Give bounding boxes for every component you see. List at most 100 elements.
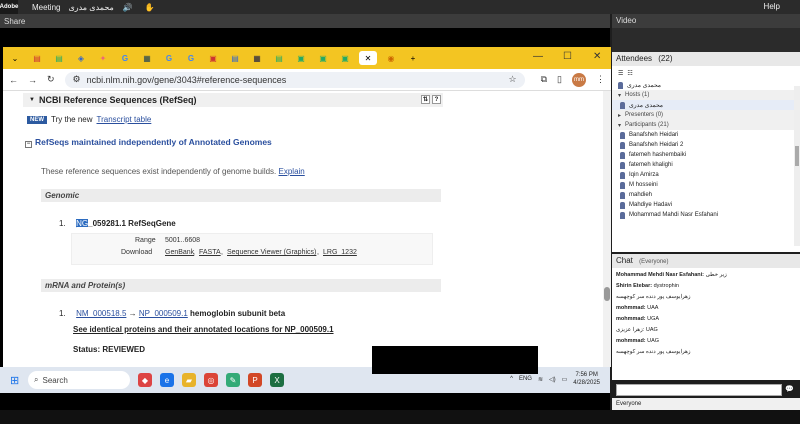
tab-2[interactable]: ▤ — [51, 51, 67, 65]
fasta-link[interactable]: FASTA — [199, 249, 221, 256]
file-explorer-icon[interactable]: ▰ — [182, 373, 196, 387]
taskbar-search[interactable]: ⌕ Search — [28, 371, 130, 389]
tab-10[interactable]: ▣ — [315, 51, 331, 65]
help-menu[interactable]: Help — [764, 2, 780, 11]
close-window-icon[interactable]: ✕ — [593, 51, 601, 62]
taskbar-app-icon-2[interactable]: ✎ — [226, 373, 240, 387]
site-info-icon[interactable]: ⚙ — [73, 74, 81, 85]
share-title: Share — [4, 16, 26, 26]
forward-icon[interactable]: → — [28, 75, 37, 85]
nm-accession-link[interactable]: NM_000518.5 — [76, 309, 126, 318]
raise-hand-icon[interactable]: ✋ — [142, 2, 158, 12]
participant-row[interactable]: Banafsheh Heidari 2 — [612, 140, 800, 150]
bookmark-star-icon[interactable]: ☆ — [509, 74, 517, 85]
new-tab-icon[interactable]: + — [405, 51, 421, 65]
edge-icon[interactable]: e — [160, 373, 174, 387]
tab-12[interactable]: ◉ — [383, 51, 399, 65]
excel-icon[interactable]: X — [270, 373, 284, 387]
battery-icon[interactable]: ▭ — [562, 376, 568, 383]
tab-6[interactable]: ▤ — [227, 51, 243, 65]
reload-icon[interactable]: ↻ — [47, 74, 55, 85]
sidepanel-icon[interactable]: ▯ — [557, 74, 562, 85]
back-icon[interactable]: ← — [9, 75, 18, 85]
lrg-link[interactable]: LRG_1232 — [323, 249, 357, 256]
tab-google-3[interactable]: G — [183, 51, 199, 65]
scrollbar-thumb[interactable] — [795, 146, 799, 166]
participant-name: Mahdiye Hadavi — [629, 202, 673, 208]
meeting-menu[interactable]: Meeting — [32, 3, 60, 12]
attendees-scrollbar[interactable] — [794, 86, 800, 246]
tab-8[interactable]: ▤ — [271, 51, 287, 65]
tab-active-close-icon[interactable]: ✕ — [359, 51, 377, 65]
tray-chevron-icon[interactable]: ^ — [510, 376, 513, 382]
tab-search-icon[interactable]: ⌄ — [7, 51, 23, 65]
presenters-label: Presenters (0) — [625, 112, 664, 118]
speaker-icon[interactable]: 🔊 — [120, 2, 136, 12]
maximize-icon[interactable]: ☐ — [563, 51, 572, 62]
up-down-icon[interactable]: ⇅ — [421, 95, 430, 104]
url-field[interactable]: ⚙ ncbi.nlm.nih.gov/gene/3043#reference-s… — [64, 71, 525, 88]
genbank-link[interactable]: GenBank — [165, 249, 194, 256]
chat-text: زهرایوسف پور دنده سر کوچهسه — [616, 294, 691, 300]
participant-row[interactable]: fatemeh hashembaiki — [612, 150, 800, 160]
volume-icon[interactable]: ◁) — [549, 376, 556, 383]
browser-menu-icon[interactable]: ⋮ — [596, 74, 605, 85]
chat-message: mohmmad: UAG — [616, 338, 796, 349]
extensions-icon[interactable]: ⧉ — [541, 74, 547, 85]
sequence-viewer-link[interactable]: Sequence Viewer (Graphics) — [227, 249, 316, 256]
powerpoint-icon[interactable]: P — [248, 373, 262, 387]
ng-accession-highlight[interactable]: NG — [76, 219, 89, 228]
maintained-section-toggle[interactable]: − RefSeqs maintained independently of Ann… — [25, 137, 272, 148]
tab-7[interactable]: ▦ — [249, 51, 265, 65]
tab-11[interactable]: ▣ — [337, 51, 353, 65]
identical-proteins-link[interactable]: See identical proteins and their annotat… — [73, 325, 334, 334]
chat-input[interactable] — [616, 384, 782, 396]
tab-5[interactable]: ▣ — [205, 51, 221, 65]
participant-row[interactable]: Banafsheh Heidari — [612, 130, 800, 140]
hosts-group[interactable]: ▾ Hosts (1) — [612, 90, 800, 100]
participant-row[interactable]: Iqin Amirza — [612, 170, 800, 180]
help-question-icon[interactable]: ? — [432, 95, 441, 104]
maintained-title: RefSeqs maintained independently of Anno… — [35, 137, 272, 147]
chat-send-icon[interactable]: 💬 — [785, 385, 796, 395]
mrna-item: 1. NM_000518.5 → NP_000509.1 hemoglobin … — [59, 309, 285, 318]
participant-row[interactable]: Mohammad Mahdi Nasr Esfahani — [612, 210, 800, 220]
np-accession-link[interactable]: NP_000509.1 — [139, 309, 188, 318]
minimize-icon[interactable]: — — [533, 51, 543, 62]
mrna-description: hemoglobin subunit beta — [190, 309, 286, 318]
tab-9[interactable]: ▣ — [293, 51, 309, 65]
taskbar-app-icon-1[interactable]: ◆ — [138, 373, 152, 387]
participant-row[interactable]: M hosseini — [612, 180, 800, 190]
list-view-icon[interactable]: ☰ — [618, 70, 623, 77]
self-row[interactable]: محمدی مدری — [612, 80, 800, 90]
search-placeholder: Search — [42, 375, 68, 385]
scrollbar-thumb[interactable] — [604, 287, 610, 301]
try-text: Try the new — [51, 115, 93, 124]
participant-row[interactable]: mahdieh — [612, 190, 800, 200]
tab-google-1[interactable]: G — [117, 51, 133, 65]
video-pod-header: Video — [612, 14, 800, 28]
host-row[interactable]: محمدی مدری — [612, 100, 800, 110]
tab-ncbi-1[interactable]: ▦ — [139, 51, 155, 65]
language-indicator[interactable]: ENG — [519, 376, 532, 382]
transcript-table-link[interactable]: Transcript table — [97, 115, 152, 124]
profile-avatar[interactable]: mm — [572, 72, 586, 87]
status-view-icon[interactable]: ☷ — [627, 70, 632, 77]
tab-google-2[interactable]: G — [161, 51, 177, 65]
chrome-icon[interactable]: ◎ — [204, 373, 218, 387]
refseq-section-header[interactable]: ▼ NCBI Reference Sequences (RefSeq) ⇅ ? — [23, 93, 443, 107]
participant-row[interactable]: fatemeh khalighi — [612, 160, 800, 170]
tab-4[interactable]: ✦ — [95, 51, 111, 65]
chat-footer[interactable]: Everyone — [612, 398, 800, 410]
clock[interactable]: 7:56 PM 4/28/2025 — [573, 371, 600, 387]
presenters-group[interactable]: ▸ Presenters (0) — [612, 110, 800, 120]
participants-group[interactable]: ▾ Participants (21) — [612, 120, 800, 130]
chat-title: Chat — [616, 256, 633, 265]
explain-link[interactable]: Explain — [279, 167, 305, 176]
participant-row[interactable]: Mahdiye Hadavi — [612, 200, 800, 210]
windows-start-icon[interactable]: ⊞ — [10, 374, 22, 387]
page-scrollbar[interactable] — [603, 91, 611, 367]
wifi-icon[interactable]: ≋ — [538, 376, 543, 383]
tab-1[interactable]: ▤ — [29, 51, 45, 65]
tab-3[interactable]: ◈ — [73, 51, 89, 65]
